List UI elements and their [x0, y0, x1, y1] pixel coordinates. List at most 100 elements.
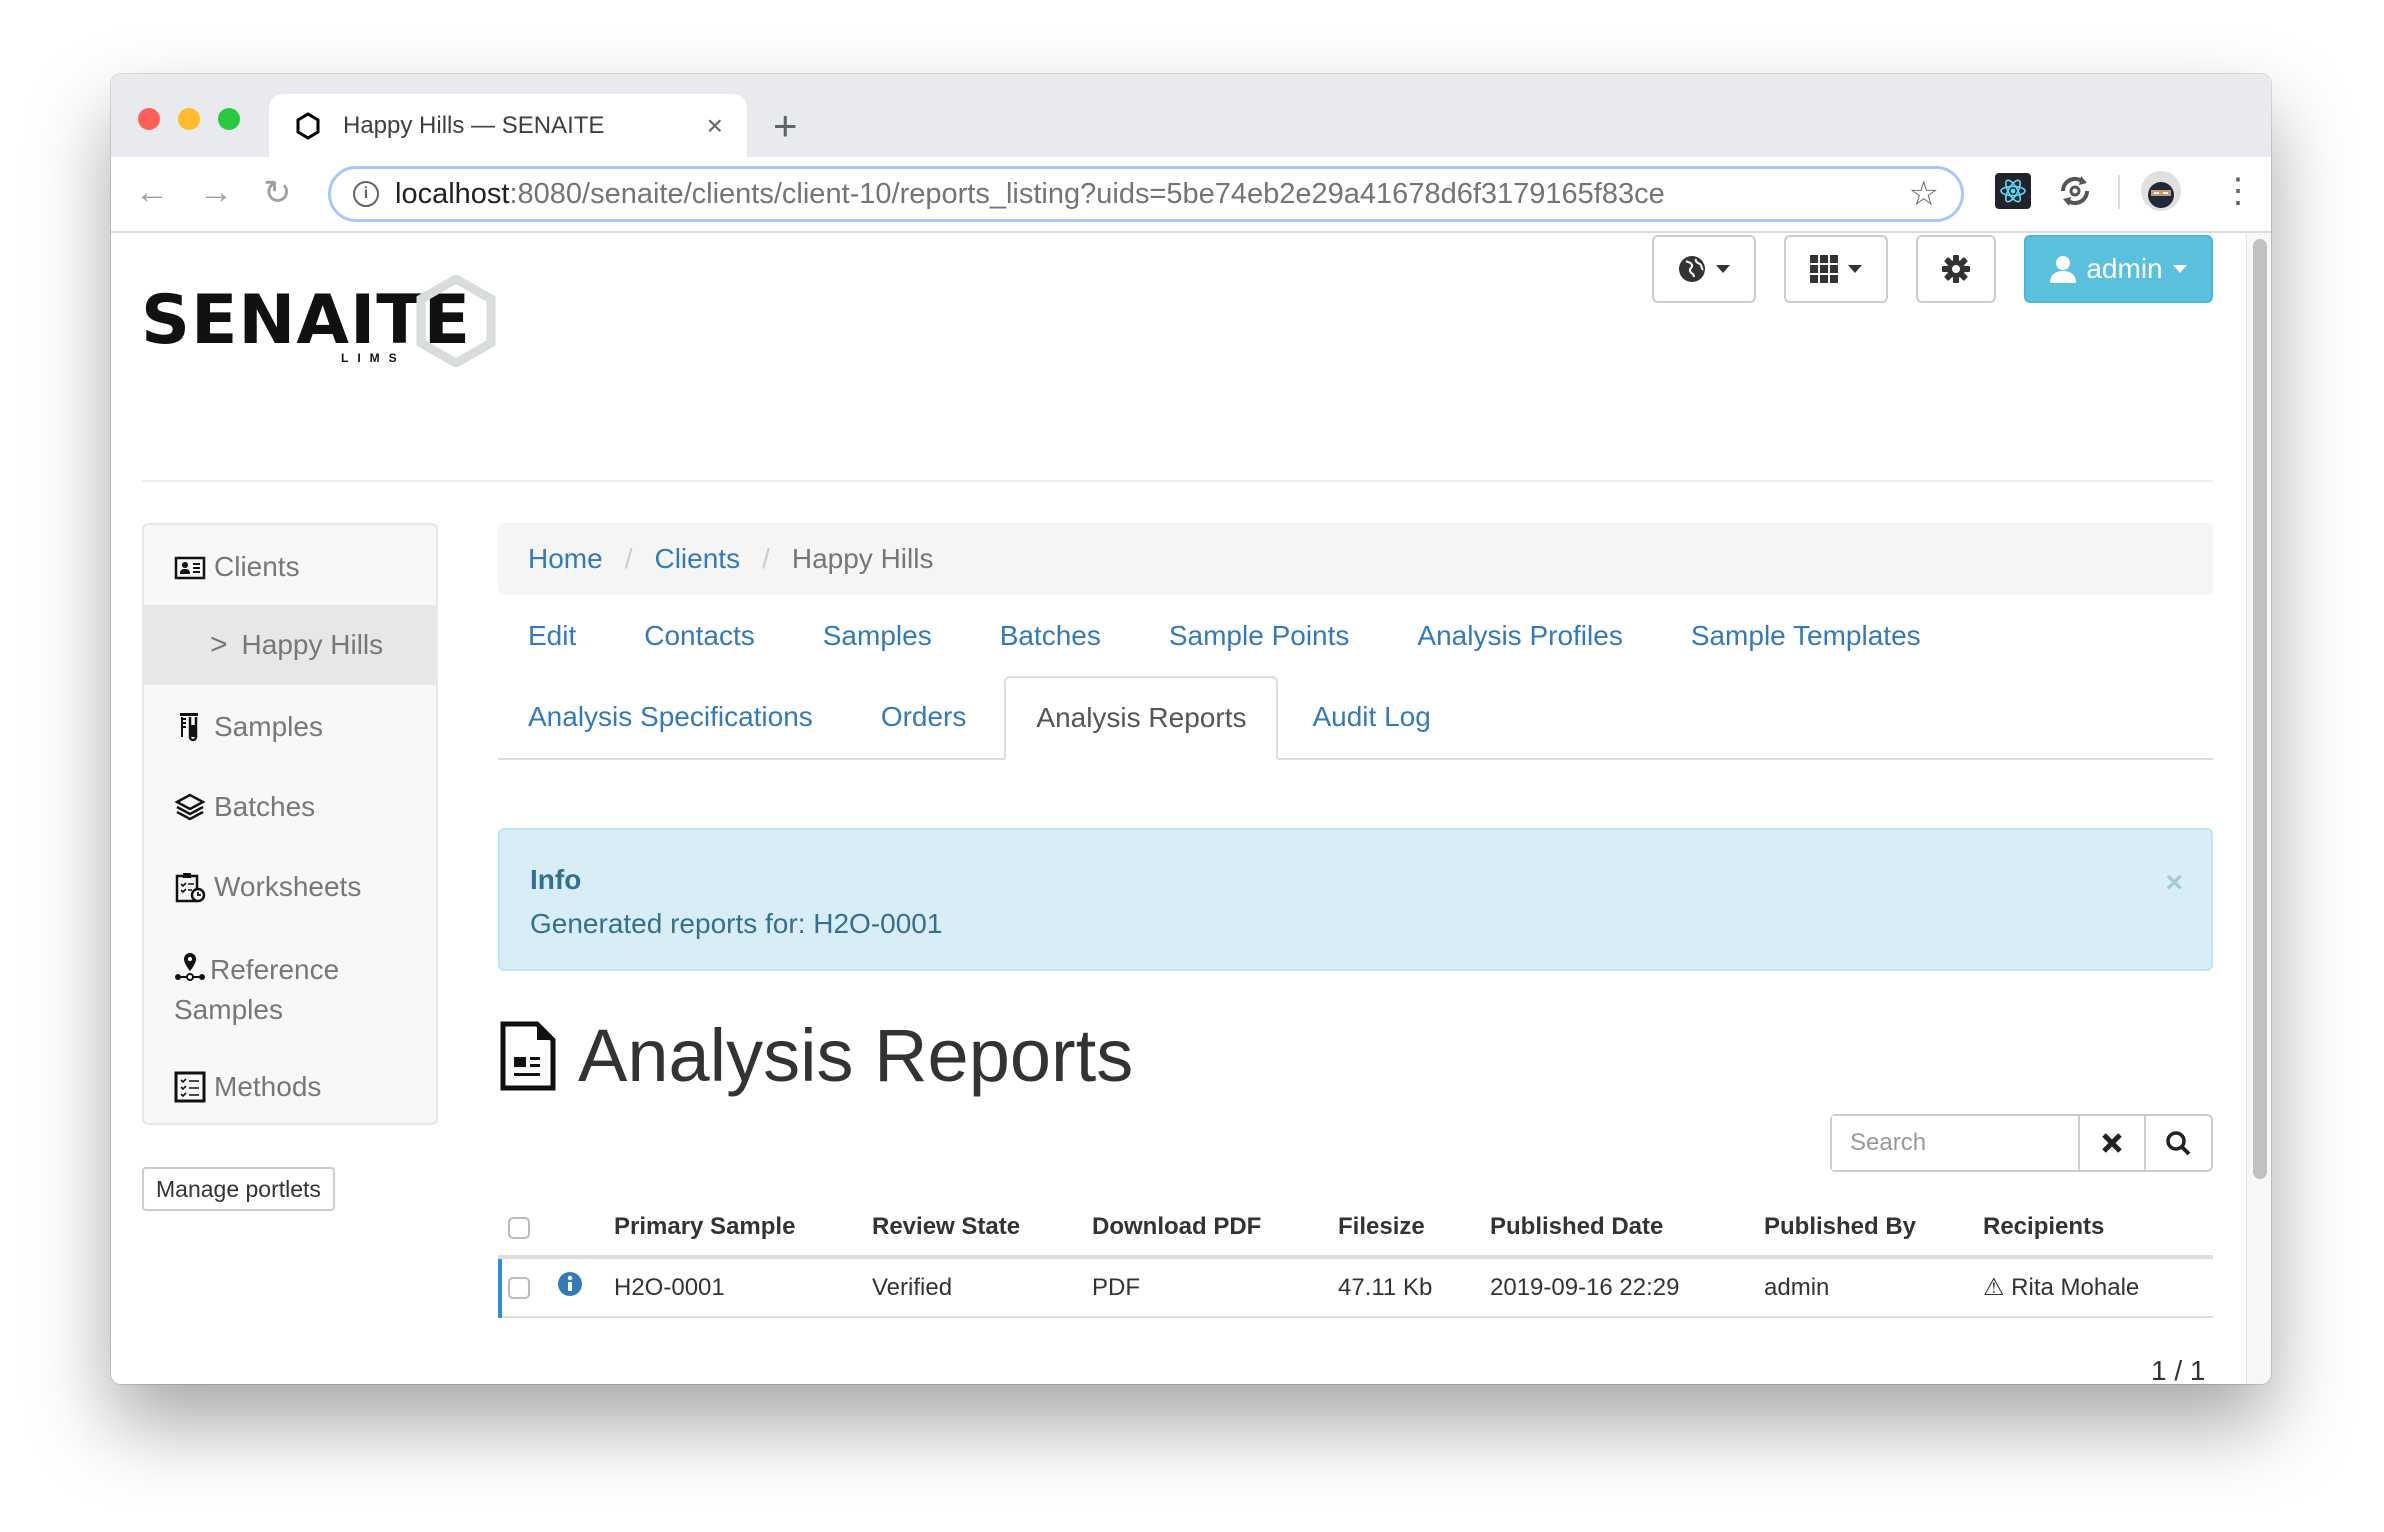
- caret-down-icon: [1716, 265, 1730, 273]
- sidebar-item-label: Worksheets: [214, 871, 362, 902]
- profile-avatar-icon[interactable]: [2141, 171, 2181, 211]
- tab-sample-templates[interactable]: Sample Templates: [1653, 595, 1951, 677]
- site-setup-button[interactable]: [1916, 235, 1996, 303]
- column-header-review-state[interactable]: Review State: [872, 1199, 1092, 1259]
- user-name: admin: [2086, 253, 2163, 284]
- select-all-cell: [500, 1199, 558, 1259]
- back-arrow-icon[interactable]: ←: [135, 173, 169, 212]
- scrollbar-thumb[interactable]: [2253, 239, 2267, 1179]
- download-pdf-link[interactable]: PDF: [1092, 1257, 1338, 1318]
- sidebar-item-reference-samples[interactable]: Reference Samples: [144, 947, 374, 1030]
- search-icon: [2166, 1131, 2191, 1156]
- tab-analysis-specifications[interactable]: Analysis Specifications: [498, 676, 843, 758]
- row-checkbox[interactable]: [508, 1277, 530, 1300]
- caret-down-icon: [1848, 265, 1862, 273]
- tab-close-icon[interactable]: ×: [707, 110, 723, 142]
- client-card-icon: [174, 556, 206, 580]
- browser-menu-icon[interactable]: ⋮: [2221, 173, 2257, 209]
- tab-title: Happy Hills — SENAITE: [343, 111, 605, 139]
- breadcrumb-clients[interactable]: Clients: [654, 543, 740, 575]
- maximize-window-button[interactable]: [218, 108, 240, 130]
- column-header-published-by[interactable]: Published By: [1764, 1199, 1983, 1259]
- page-content: SENAITE LIMS admin Clients > Happy Hills…: [111, 233, 2246, 1384]
- test-tube-icon: [180, 713, 198, 742]
- alert-close-icon[interactable]: ×: [2165, 866, 2183, 900]
- tab-orders[interactable]: Orders: [843, 676, 997, 758]
- breadcrumb: Home / Clients / Happy Hills: [498, 523, 2213, 595]
- sync-extension-icon[interactable]: [2057, 173, 2093, 209]
- alert-title: Info: [530, 864, 582, 895]
- header-divider: [141, 480, 2213, 482]
- sidebar-item-clients[interactable]: Clients: [144, 547, 436, 587]
- tab-analysis-profiles[interactable]: Analysis Profiles: [1379, 595, 1652, 677]
- react-devtools-extension-icon[interactable]: [1995, 173, 2031, 209]
- tab-contacts[interactable]: Contacts: [606, 595, 785, 677]
- reports-table: Primary Sample Review State Download PDF…: [498, 1199, 2213, 1318]
- address-bar[interactable]: i localhost :8080/senaite/clients/client…: [328, 166, 1964, 222]
- minimize-window-button[interactable]: [178, 108, 200, 130]
- browser-window: Happy Hills — SENAITE × + ← → ↻ i localh…: [111, 74, 2271, 1384]
- sidebar-item-happy-hills[interactable]: > Happy Hills: [144, 605, 436, 685]
- column-header-recipients[interactable]: Recipients: [1983, 1199, 2213, 1259]
- sidebar-item-label: Methods: [214, 1071, 322, 1102]
- column-header-published-date[interactable]: Published Date: [1490, 1199, 1764, 1259]
- sidebar-item-methods[interactable]: Methods: [144, 1067, 436, 1107]
- column-header-download-pdf[interactable]: Download PDF: [1092, 1199, 1338, 1259]
- bookmark-star-icon[interactable]: ☆: [1909, 174, 1939, 214]
- checklist-icon: [174, 1071, 206, 1103]
- tab-sample-points[interactable]: Sample Points: [1131, 595, 1380, 677]
- alert-message: Generated reports for: H2O-0001: [530, 908, 943, 939]
- search-input[interactable]: [1832, 1116, 2078, 1170]
- browser-tab[interactable]: Happy Hills — SENAITE ×: [269, 94, 747, 157]
- close-window-button[interactable]: [138, 108, 160, 130]
- table-header-row: Primary Sample Review State Download PDF…: [500, 1199, 2213, 1259]
- published-date-cell: 2019-09-16 22:29: [1490, 1257, 1764, 1318]
- browser-toolbar: ← → ↻ i localhost :8080/senaite/clients/…: [111, 157, 2271, 233]
- apps-dropdown-button[interactable]: [1784, 235, 1888, 303]
- forward-arrow-icon[interactable]: →: [199, 173, 233, 212]
- globe-icon: [1679, 256, 1705, 282]
- search-button[interactable]: [2144, 1116, 2210, 1170]
- language-dropdown-button[interactable]: [1652, 235, 1756, 303]
- column-header-filesize[interactable]: Filesize: [1338, 1199, 1490, 1259]
- sidebar-item-samples[interactable]: Samples: [144, 707, 436, 747]
- sidebar-item-label: Clients: [214, 551, 300, 582]
- toolbar-separator: [2118, 175, 2120, 209]
- info-column-header: [558, 1199, 614, 1259]
- pagination-info: 1 / 1: [2151, 1355, 2206, 1384]
- sidebar-item-batches[interactable]: Batches: [144, 787, 436, 827]
- senaite-logo[interactable]: SENAITE LIMS: [141, 271, 501, 371]
- caret-down-icon: [2172, 265, 2187, 273]
- site-info-icon[interactable]: i: [353, 181, 379, 207]
- sidebar-item-worksheets[interactable]: Worksheets: [144, 867, 436, 907]
- recipients-cell: ⚠ Rita Mohale: [1983, 1257, 2213, 1318]
- reference-pin-icon: [175, 953, 205, 981]
- clear-search-button[interactable]: [2078, 1116, 2144, 1170]
- breadcrumb-separator: /: [624, 543, 633, 574]
- url-host: localhost: [395, 177, 510, 210]
- primary-sample-link[interactable]: H2O-0001: [614, 1257, 872, 1318]
- user-menu-button[interactable]: admin: [2024, 235, 2213, 303]
- tab-batches[interactable]: Batches: [962, 595, 1131, 677]
- tab-analysis-reports[interactable]: Analysis Reports: [1004, 676, 1279, 760]
- table-row[interactable]: H2O-0001 Verified PDF 47.11 Kb 2019-09-1…: [498, 1257, 2213, 1318]
- logo-hexagon-icon: [416, 275, 496, 367]
- breadcrumb-home[interactable]: Home: [528, 543, 603, 575]
- tab-edit[interactable]: Edit: [498, 595, 606, 677]
- column-header-primary-sample[interactable]: Primary Sample: [614, 1199, 872, 1259]
- url-path: :8080/senaite/clients/client-10/reports_…: [509, 177, 1665, 210]
- report-document-icon: [500, 1021, 556, 1090]
- row-select-cell: [498, 1257, 558, 1318]
- page-scrollbar[interactable]: [2246, 233, 2271, 1384]
- select-all-checkbox[interactable]: [508, 1216, 530, 1239]
- breadcrumb-current: Happy Hills: [791, 543, 934, 574]
- manage-portlets-button[interactable]: Manage portlets: [142, 1167, 335, 1211]
- hexagon-favicon-icon: [296, 111, 320, 140]
- tab-samples[interactable]: Samples: [785, 595, 962, 677]
- sidebar-item-label: Batches: [214, 791, 316, 822]
- new-tab-button[interactable]: +: [773, 102, 798, 150]
- info-circle-icon[interactable]: [558, 1272, 582, 1296]
- user-icon: [2050, 256, 2077, 283]
- tab-audit-log[interactable]: Audit Log: [1278, 676, 1460, 758]
- reload-icon[interactable]: ↻: [263, 173, 292, 213]
